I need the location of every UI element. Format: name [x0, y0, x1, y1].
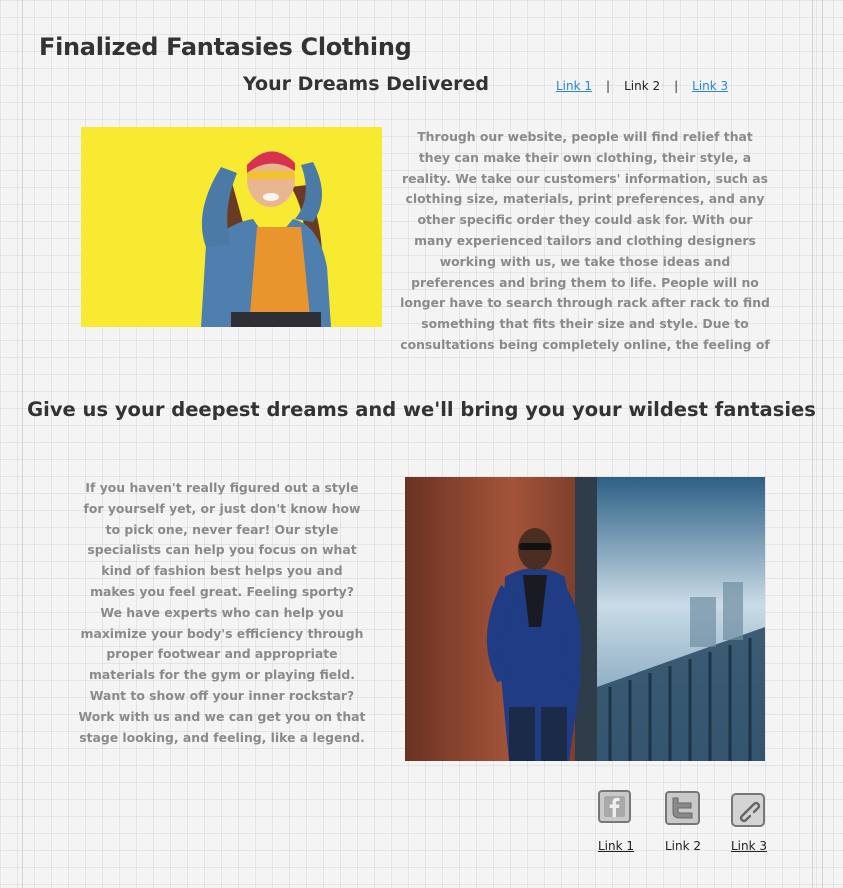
top-nav-link-1[interactable]: Link 1	[556, 79, 592, 93]
top-nav: Link 1 | Link 2 | Link 3	[556, 79, 728, 93]
man-suit-photo	[405, 477, 765, 761]
site-title: Finalized Fantasies Clothing	[39, 33, 412, 61]
twitter-icon[interactable]	[665, 791, 700, 825]
mid-section-heading: Give us your deepest dreams and we'll br…	[27, 398, 816, 421]
link-icon[interactable]	[731, 793, 765, 827]
style-paragraph: If you haven't really figured out a styl…	[78, 480, 366, 745]
facebook-icon[interactable]	[598, 790, 631, 823]
grid-guide-left	[22, 0, 23, 888]
grid-guide-right-outer	[822, 0, 823, 888]
footer-link-3[interactable]: Link 3	[731, 839, 767, 853]
nav-separator: |	[674, 79, 679, 93]
top-nav-link-2-current: Link 2	[624, 79, 661, 93]
top-nav-link-3[interactable]: Link 3	[692, 79, 728, 93]
grid-guide-right-inner	[812, 0, 813, 888]
intro-paragraph: Through our website, people will find re…	[400, 129, 770, 352]
woman-yellow-wall-photo	[81, 127, 382, 327]
footer-link-2-current: Link 2	[665, 839, 702, 853]
nav-separator: |	[606, 79, 611, 93]
footer-link-1[interactable]: Link 1	[598, 839, 634, 853]
tagline: Your Dreams Delivered	[243, 73, 489, 95]
